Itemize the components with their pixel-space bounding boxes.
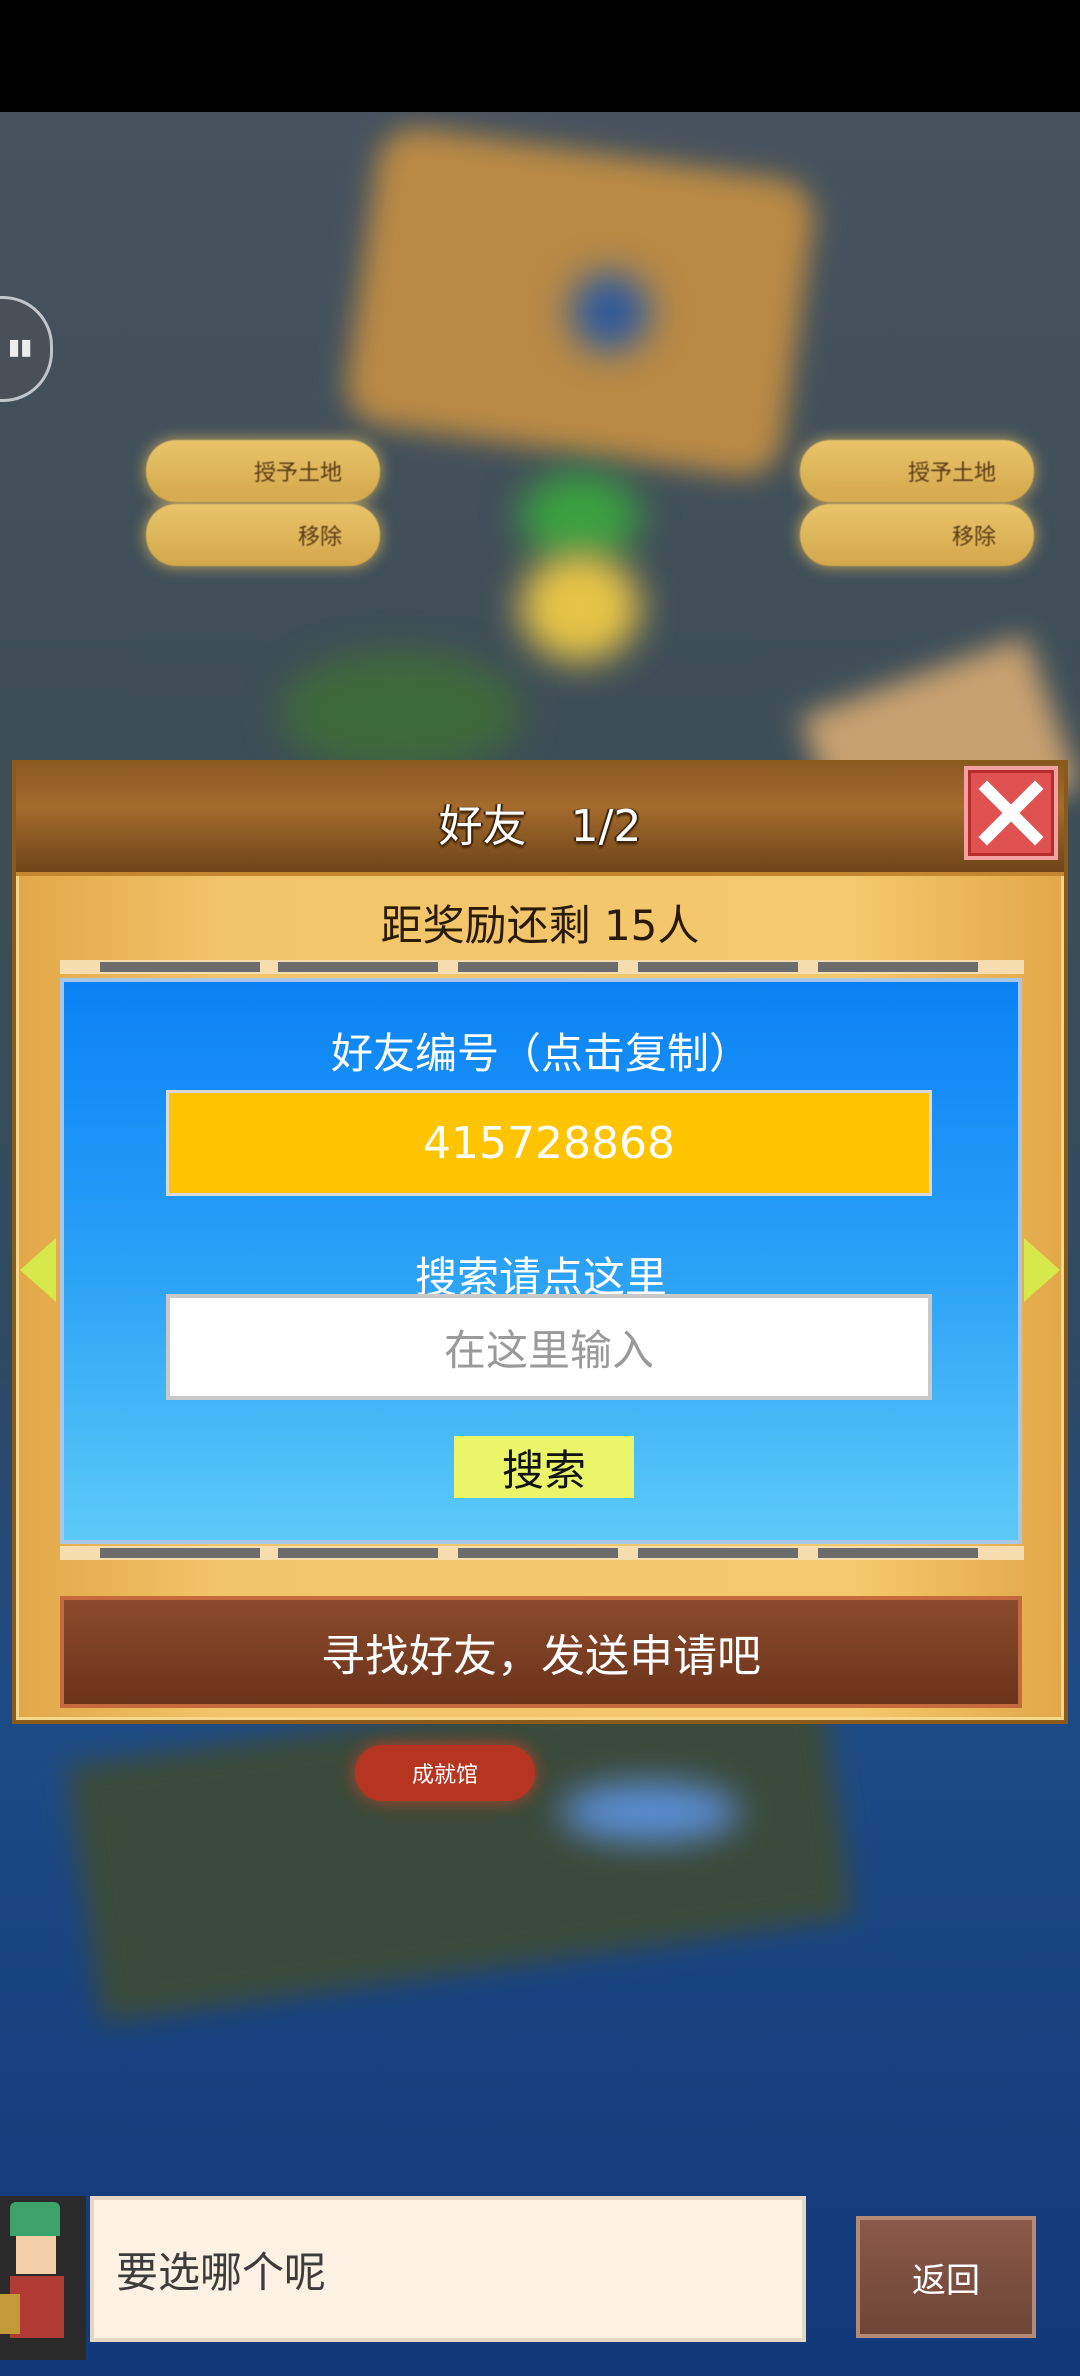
page-slots-top [60, 960, 1024, 974]
chat-bubble-icon[interactable]: ▮▮ [0, 296, 53, 402]
find-friends-label: 寻找好友，发送申请吧 [321, 1631, 761, 1682]
grant-land-button-left[interactable]: 授予土地 [146, 440, 380, 502]
remove-label: 移除 [297, 525, 342, 550]
search-placeholder: 在这里输入 [443, 1325, 654, 1375]
friend-code-panel: 好友编号（点击复制） 415728868 搜索请点这里 在这里输入 搜索 [60, 978, 1022, 1544]
reward-remaining-text: 距奖励还剩 15人 [380, 901, 700, 950]
arrow-left-icon[interactable] [20, 1238, 56, 1302]
dialog-title: 好友 1/2 [438, 801, 642, 852]
arrow-right-icon[interactable] [1024, 1238, 1060, 1302]
speech-text: 要选哪个呢 [116, 2247, 327, 2297]
remove-button-right[interactable]: 移除 [800, 504, 1034, 566]
status-bar [0, 0, 1080, 112]
speech-bubble: 要选哪个呢 [90, 2196, 806, 2342]
friend-id-copy-box[interactable]: 415728868 [166, 1090, 932, 1196]
friends-dialog: 好友 1/2 距奖励还剩 15人 好友编号（点击复制） 415728868 搜索… [12, 760, 1068, 1724]
achievement-hall-label: 成就馆 [411, 1763, 478, 1788]
close-icon [978, 780, 1044, 846]
dialog-header: 好友 1/2 [16, 764, 1064, 876]
back-button[interactable]: 返回 [856, 2216, 1036, 2338]
search-button[interactable]: 搜索 [454, 1436, 634, 1498]
find-friends-button[interactable]: 寻找好友，发送申请吧 [60, 1596, 1022, 1708]
avatar [0, 2196, 86, 2360]
remove-button-left[interactable]: 移除 [146, 504, 380, 566]
search-input[interactable]: 在这里输入 [166, 1294, 932, 1400]
search-button-label: 搜索 [501, 1445, 586, 1495]
achievement-hall-button[interactable]: 成就馆 [355, 1745, 535, 1801]
friend-id-label: 好友编号（点击复制） [330, 1029, 751, 1078]
back-button-label: 返回 [912, 2260, 980, 2301]
grant-land-label: 授予土地 [253, 461, 342, 486]
grant-land-button-right[interactable]: 授予土地 [800, 440, 1034, 502]
close-button[interactable] [964, 766, 1058, 860]
remove-label: 移除 [951, 525, 996, 550]
friend-id-value: 415728868 [423, 1117, 675, 1169]
page-slots-bottom [60, 1546, 1024, 1560]
grant-land-label: 授予土地 [907, 461, 996, 486]
